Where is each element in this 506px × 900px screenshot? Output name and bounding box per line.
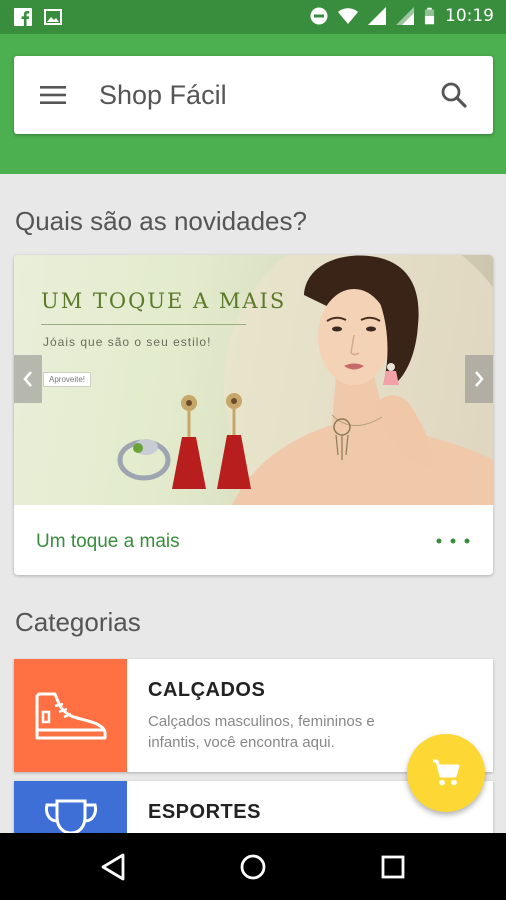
app-title: Shop Fácil	[99, 80, 227, 110]
search-icon[interactable]	[439, 80, 469, 110]
recents-icon[interactable]	[376, 850, 410, 884]
image-icon	[44, 9, 62, 25]
more-horizontal-icon[interactable]	[435, 535, 471, 547]
clock: 10:19	[445, 6, 494, 26]
categories-section-title: Categorias	[15, 607, 141, 637]
cart-icon	[433, 759, 460, 786]
wifi-icon	[338, 8, 358, 24]
home-icon[interactable]	[236, 850, 270, 884]
banner-divider	[41, 324, 246, 325]
carousel-prev-button[interactable]	[14, 355, 42, 403]
search-bar[interactable]: Shop Fácil	[14, 56, 493, 134]
do-not-disturb-icon	[310, 7, 328, 25]
banner-cta[interactable]: Aproveite!	[43, 372, 92, 387]
category-thumbnail	[14, 659, 127, 772]
promo-card[interactable]: UM TOQUE A MAIS Jóais que são o seu esti…	[14, 255, 493, 575]
signal-icon	[368, 7, 386, 25]
menu-icon[interactable]	[38, 82, 68, 108]
banner-headline: UM TOQUE A MAIS	[41, 289, 287, 313]
status-bar: 10:19	[0, 0, 506, 34]
battery-icon	[424, 7, 435, 25]
facebook-icon	[14, 8, 32, 26]
signal-icon	[396, 7, 414, 25]
category-title: ESPORTES	[148, 801, 261, 823]
back-icon[interactable]	[97, 850, 131, 884]
news-section-title: Quais são as novidades?	[15, 206, 307, 236]
navigation-bar	[0, 833, 506, 900]
carousel-next-button[interactable]	[465, 355, 493, 403]
promo-banner[interactable]: UM TOQUE A MAIS Jóais que são o seu esti…	[14, 255, 493, 505]
cart-button[interactable]	[407, 734, 485, 812]
chevron-right-icon	[475, 371, 484, 387]
chevron-left-icon	[23, 371, 32, 387]
category-description: Calçados masculinos, femininos e infanti…	[148, 713, 375, 751]
promo-caption[interactable]: Um toque a mais	[36, 531, 180, 553]
app-bar: Shop Fácil	[0, 34, 506, 174]
sneaker-icon	[35, 692, 106, 739]
category-title: CALÇADOS	[148, 679, 266, 701]
banner-subtitle: Jóais que são o seu estilo!	[43, 335, 212, 349]
